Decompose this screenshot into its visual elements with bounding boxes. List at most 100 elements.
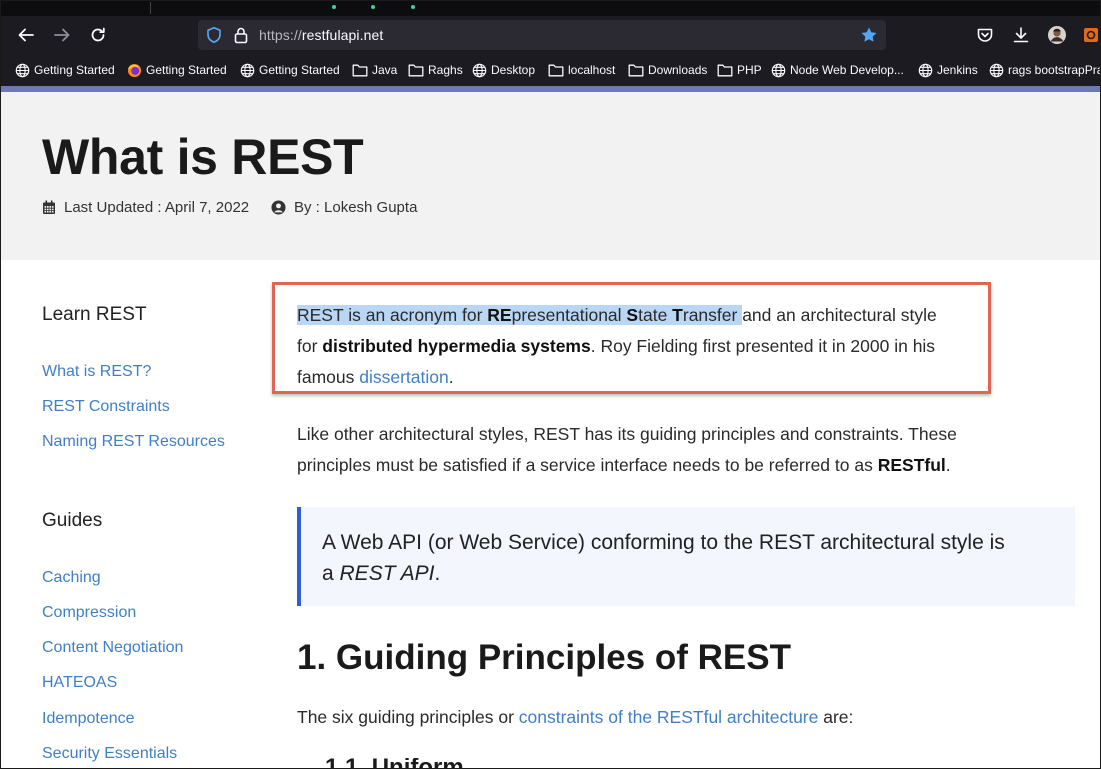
sidebar-link-compression[interactable]: Compression (42, 604, 136, 622)
tab-indicator-dot (371, 5, 375, 9)
next-heading-cut-off: 1.1. Uniform Interface (325, 758, 545, 769)
acronym-letter: T (672, 305, 683, 325)
globe-icon (240, 63, 255, 77)
last-updated: Last Updated : April 7, 2022 (42, 199, 249, 216)
author-text: By : Lokesh Gupta (294, 199, 418, 216)
selected-text[interactable]: REST is an acronym for REpresentational … (297, 305, 743, 325)
bookmark-item[interactable]: PHP (717, 62, 762, 78)
sidebar-link-idempotence[interactable]: Idempotence (42, 710, 135, 728)
paragraph-text: Like other architectural styles, REST ha… (297, 424, 957, 444)
quote-line: A Web API (or Web Service) conforming to… (322, 531, 1005, 554)
sidebar-link-naming-rest-resources[interactable]: Naming REST Resources (42, 433, 225, 451)
bookmark-label: Java (372, 63, 398, 77)
extension-button[interactable] (1081, 23, 1101, 47)
acronym-letters: RE (487, 305, 512, 325)
paragraph-text: are: (818, 707, 854, 727)
next-heading-text: 1.1. Uniform Interface (325, 758, 545, 769)
url-bar[interactable]: https://restfulapi.net (198, 20, 886, 50)
globe-icon (472, 63, 487, 77)
section-heading: 1. Guiding Principles of REST (297, 638, 791, 677)
bookmark-label: Jenkins (937, 63, 978, 77)
url-scheme: https:// (259, 27, 302, 43)
bookmark-label: Raghs (428, 63, 463, 77)
bookmark-label: Getting Started (146, 63, 227, 77)
quote-line: . (434, 562, 441, 585)
page-title: What is REST (42, 129, 364, 185)
bookmark-item[interactable]: Node Web Develop... (771, 62, 904, 78)
sidebar-link-caching[interactable]: Caching (42, 569, 101, 587)
tab-separator (150, 2, 151, 14)
sidebar-link-hateoas[interactable]: HATEOAS (42, 674, 117, 692)
rest-api-term: REST API (339, 562, 435, 585)
selection-fragment: ransfer (682, 305, 743, 325)
pocket-button[interactable] (973, 23, 997, 47)
bookmark-item[interactable]: Jenkins (918, 62, 978, 78)
folder-icon (408, 64, 424, 77)
firefox-icon (127, 63, 142, 77)
downloads-button[interactable] (1009, 23, 1033, 47)
selection-fragment: REST is an acronym for (297, 305, 488, 325)
intro-text: famous (297, 367, 360, 387)
constraints-paragraph: The six guiding principles or constraint… (297, 702, 1057, 733)
sidebar-heading-guides: Guides (42, 510, 103, 531)
bookmark-star-icon[interactable] (860, 26, 878, 44)
tab-indicator-dot (411, 5, 415, 9)
tab-indicator-dot (332, 5, 336, 9)
intro-text: . Roy Fielding first presented it in 200… (590, 336, 936, 356)
url-text[interactable]: https://restfulapi.net (259, 27, 383, 43)
bookmark-item[interactable]: Raghs (408, 62, 463, 78)
bookmark-item[interactable]: Getting Started (127, 62, 227, 78)
intro-paragraph: REST is an acronym for REpresentational … (297, 300, 987, 393)
bookmark-item[interactable]: Java (352, 62, 397, 78)
arrow-left-icon (18, 28, 34, 42)
globe-icon (15, 63, 30, 77)
paragraph-text: . (945, 455, 951, 475)
bookmark-label: localhost (568, 63, 616, 77)
bookmark-item[interactable]: rags bootstrapPra (989, 62, 1101, 78)
folder-icon (352, 64, 368, 77)
bookmark-label: PHP (737, 63, 762, 77)
dissertation-link[interactable]: dissertation (359, 367, 449, 387)
globe-icon (918, 63, 933, 77)
folder-icon (548, 64, 564, 77)
bookmark-item[interactable]: Getting Started (15, 62, 115, 78)
sidebar-link-content-negotiation[interactable]: Content Negotiation (42, 639, 183, 657)
globe-icon (989, 63, 1004, 77)
sidebar-link-what-is-rest[interactable]: What is REST? (42, 363, 151, 381)
extension-icon (1084, 28, 1098, 42)
bookmark-item[interactable]: Getting Started (240, 62, 340, 78)
author: By : Lokesh Gupta (271, 199, 417, 216)
acronym-letter: S (626, 305, 639, 325)
url-host: restfulapi.net (301, 27, 384, 43)
selection-fragment: presentational (511, 305, 627, 325)
bookmark-item[interactable]: localhost (548, 62, 615, 78)
selection-fragment: tate (638, 305, 673, 325)
back-button[interactable] (14, 23, 38, 47)
folder-icon (628, 64, 644, 77)
last-updated-text: Last Updated : April 7, 2022 (64, 199, 250, 216)
reload-button[interactable] (86, 23, 110, 47)
bookmark-label: rags bootstrapPra (1008, 63, 1101, 77)
bookmark-item[interactable]: Desktop (472, 62, 535, 78)
bookmark-label: Downloads (648, 63, 708, 77)
calendar-icon (43, 200, 55, 214)
forward-button[interactable] (50, 23, 74, 47)
bookmark-item[interactable]: Downloads (628, 62, 707, 78)
intro-text: . (448, 367, 454, 387)
intro-bold: distributed hypermedia systems (322, 336, 591, 356)
principles-paragraph: Like other architectural styles, REST ha… (297, 419, 1057, 481)
paragraph-text: The six guiding principles or (297, 707, 519, 727)
navigation-toolbar: https://restfulapi.net (0, 16, 1101, 54)
constraints-link[interactable]: constraints of the RESTful architecture (519, 707, 819, 727)
sidebar-link-rest-constraints[interactable]: REST Constraints (42, 398, 170, 416)
intro-text: and an architectural style (742, 305, 937, 325)
sidebar-heading-learn: Learn REST (42, 304, 147, 325)
reload-icon (91, 27, 105, 42)
lock-icon[interactable] (233, 26, 249, 44)
account-button[interactable] (1045, 23, 1069, 47)
globe-icon (771, 63, 786, 77)
bookmark-label: Getting Started (34, 63, 115, 77)
shield-icon[interactable] (205, 26, 223, 44)
sidebar-link-security-essentials[interactable]: Security Essentials (42, 745, 177, 763)
arrow-right-icon (54, 28, 70, 42)
